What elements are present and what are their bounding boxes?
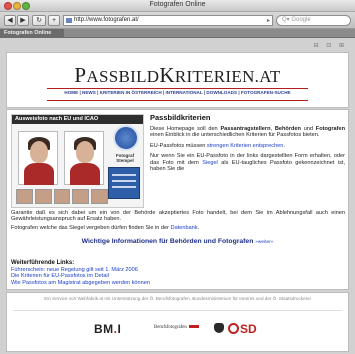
favicon-icon — [66, 18, 72, 23]
browser-toolbar: ◀ ▶ ↻ + http://www.fotografen.at/ ▸ Q▾ G… — [0, 12, 355, 29]
main-heading: Passbildkriterien — [150, 113, 211, 122]
sample-photo-2 — [64, 131, 104, 185]
database-link[interactable]: Datenbank — [171, 225, 198, 231]
more-link[interactable]: »weiter» — [255, 240, 273, 245]
reload-button[interactable]: ↻ — [32, 15, 46, 26]
main-content: Ausweisfoto nach EU und ICAO Fotograf St… — [6, 109, 349, 290]
database-text: Fotografen welche das Siegel vergeben dü… — [11, 225, 200, 231]
link-magistrat[interactable]: Wie Passfotos am Magistrat abgegeben wer… — [11, 280, 150, 286]
address-bar-url: http://www.fotografen.at/ — [74, 17, 139, 23]
browser-window: Fotografen Online ◀ ▶ ↻ + http://www.fot… — [0, 0, 355, 354]
page-tool-icons[interactable]: ⊟ ⊡ ⊞ — [314, 42, 347, 49]
intro-text: Passbildkriterien Diese Homepage soll de… — [150, 114, 345, 176]
photo-strip — [16, 189, 108, 204]
add-bookmark-button[interactable]: + — [48, 15, 60, 26]
guarantee-paragraph: Nur wenn Sie ein EU-Passfoto in der link… — [150, 153, 345, 173]
title-bar: Fotografen Online — [0, 0, 355, 12]
sample-photo-1 — [18, 131, 58, 185]
main-navigation[interactable]: HOME | NEWS | KRITERIEN IN ÖSTERREICH | … — [7, 90, 348, 95]
header-divider-top — [47, 88, 308, 89]
criteria-paragraph: EU-Passfotos müssen strengen Kriterien e… — [150, 142, 285, 149]
osd-logo[interactable]: SD — [228, 322, 257, 336]
berufsfotografen-logo[interactable]: Berufsfotografen — [154, 325, 199, 330]
address-bar[interactable]: http://www.fotografen.at/ ▸ — [63, 15, 273, 26]
window-title: Fotografen Online — [149, 1, 206, 8]
header-divider-bottom — [47, 100, 308, 101]
site-footer: Ein Service von Webfabrik.at mit Unterst… — [6, 292, 349, 352]
passfoto-figure[interactable]: Ausweisfoto nach EU und ICAO Fotograf St… — [11, 114, 144, 208]
footer-divider — [13, 310, 342, 311]
tab-bar: Fotografen Online — [0, 29, 355, 38]
back-button[interactable]: ◀ — [4, 15, 16, 26]
tab-fotografen-online[interactable]: Fotografen Online — [0, 29, 64, 38]
figure-heading: Ausweisfoto nach EU und ICAO — [12, 115, 143, 124]
bmi-logo[interactable]: BM.I — [94, 322, 121, 336]
site-title[interactable]: PASSBILDKRITERIEN.AT — [7, 63, 348, 88]
footer-credits: Ein Service von Webfabrik.at mit Unterst… — [44, 296, 311, 301]
site-header: PASSBILDKRITERIEN.AT HOME | NEWS | KRITE… — [6, 52, 349, 108]
guarantee-text: Garantie daß es sich dabei um ein von de… — [11, 210, 345, 223]
forward-button[interactable]: ▶ — [17, 15, 29, 26]
intro-paragraph: Diese Homepage soll den Passantragstelle… — [150, 126, 346, 139]
page-content: ⊟ ⊡ ⊞ PASSBILDKRITERIEN.AT HOME | NEWS |… — [0, 38, 355, 354]
passport-card-icon — [108, 167, 140, 199]
eagle-icon — [214, 323, 224, 333]
criteria-link[interactable]: strengen Kriterien entsprechen — [207, 143, 284, 149]
info-link[interactable]: Wichtige Informationen für Behörden und … — [7, 238, 348, 245]
seal-label: Fotograf Stempel — [115, 153, 135, 163]
go-icon[interactable]: ▸ — [267, 17, 270, 26]
siegel-link[interactable]: Siegel — [202, 160, 218, 166]
seal-icon — [113, 125, 139, 151]
links-list: Führerschein: neue Regelung gilt seit 1.… — [11, 267, 150, 286]
links-heading: Weiterführende Links: — [11, 260, 75, 266]
search-input[interactable]: Q▾ Google — [276, 15, 351, 26]
